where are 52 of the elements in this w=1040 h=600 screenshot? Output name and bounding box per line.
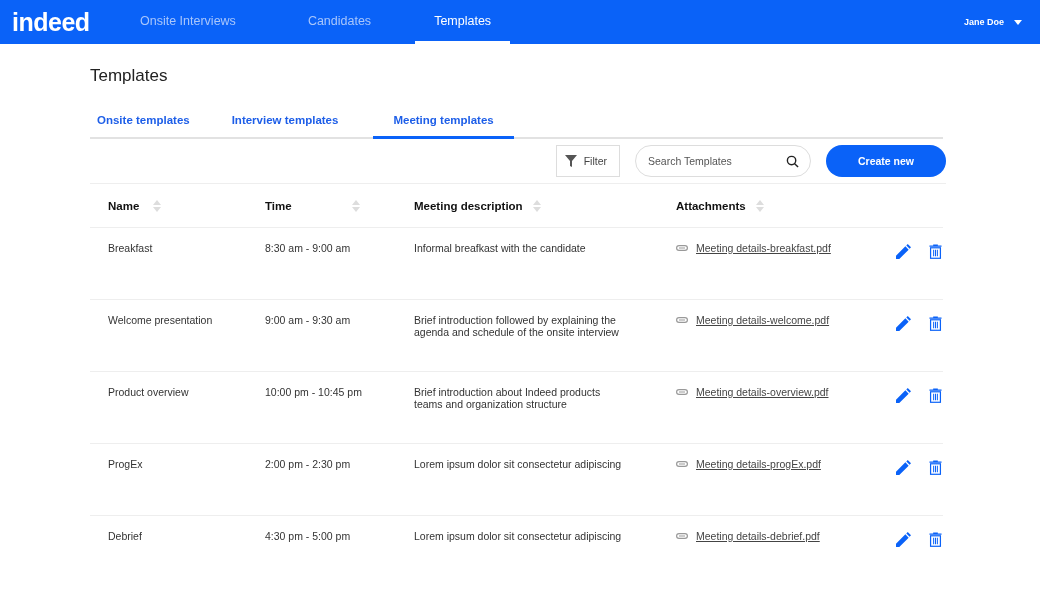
table-cell: Debrief xyxy=(108,530,142,542)
trash-icon[interactable] xyxy=(929,460,942,475)
paperclip-icon xyxy=(676,245,688,251)
create-new-button[interactable]: Create new xyxy=(826,145,946,177)
table-cell: 9:00 am - 9:30 am xyxy=(265,314,351,326)
edit-icon[interactable] xyxy=(896,388,911,403)
search-field[interactable]: Search Templates xyxy=(635,145,811,177)
attachment-link[interactable]: Meeting details-progEx.pdf xyxy=(696,458,821,470)
page-title: Templates xyxy=(90,66,169,86)
table-cell: 2:00 pm - 2:30 pm xyxy=(265,458,351,470)
table-cell: ProgEx xyxy=(108,458,143,470)
table-cell: Breakfast xyxy=(108,242,153,254)
edit-icon[interactable] xyxy=(896,532,911,547)
column-header[interactable]: Name xyxy=(108,199,140,212)
paperclip-icon xyxy=(676,317,688,323)
trash-icon[interactable] xyxy=(929,532,942,547)
table-cell-text: Brief introduction followed by explaining the agenda and schedule of the onsite interview xyxy=(414,314,620,338)
table-cell-text: Brief introduction about Indeed products teams and organization structure xyxy=(414,386,602,410)
trash-icon[interactable] xyxy=(929,244,942,259)
attachment-link[interactable]: Meeting details-breakfast.pdf xyxy=(696,242,831,254)
search-icon xyxy=(786,155,799,168)
tab[interactable]: Meeting templates xyxy=(373,114,514,139)
table-cell: 4:30 pm - 5:00 pm xyxy=(265,530,351,542)
caret-icon xyxy=(1014,19,1022,25)
edit-icon[interactable] xyxy=(896,460,911,475)
table-cell: Product overview xyxy=(108,386,189,398)
paperclip-icon xyxy=(676,389,688,395)
trash-icon[interactable] xyxy=(929,316,942,331)
paperclip-icon xyxy=(676,461,688,467)
attachment-link[interactable]: Meeting details-overview.pdf xyxy=(696,386,829,398)
tab[interactable]: Onsite templates xyxy=(90,114,197,139)
column-header[interactable]: Time xyxy=(265,199,292,212)
table-cell-text: Lorem ipsum dolor sit consectetur adipiscing xyxy=(414,458,623,470)
nav-tab[interactable]: Templates xyxy=(415,0,511,44)
trash-icon[interactable] xyxy=(929,388,942,403)
funnel-icon xyxy=(564,155,577,167)
column-header[interactable]: Meeting description xyxy=(414,199,523,212)
table-cell: 8:30 am - 9:00 am xyxy=(265,242,351,254)
table-cell-text: Lorem ipsum dolor sit consectetur adipiscing xyxy=(414,530,623,542)
filter-button[interactable]: Filter xyxy=(555,145,620,177)
attachment-link[interactable]: Meeting details-welcome.pdf xyxy=(696,314,830,326)
column-header[interactable]: Attachments xyxy=(676,199,746,212)
paperclip-icon xyxy=(676,533,688,539)
tab[interactable]: Interview templates xyxy=(224,114,346,139)
user-menu[interactable]: Jane Doe xyxy=(963,17,1022,27)
logo[interactable]: indeed xyxy=(12,7,140,37)
table-cell: Welcome presentation xyxy=(108,314,213,326)
edit-icon[interactable] xyxy=(896,316,911,331)
table-cell-text: Informal breafkast with the candidate xyxy=(414,242,587,254)
attachment-link[interactable]: Meeting details-debrief.pdf xyxy=(696,530,820,542)
edit-icon[interactable] xyxy=(896,244,911,259)
table-cell: 10:00 pm - 10:45 pm xyxy=(265,386,362,398)
